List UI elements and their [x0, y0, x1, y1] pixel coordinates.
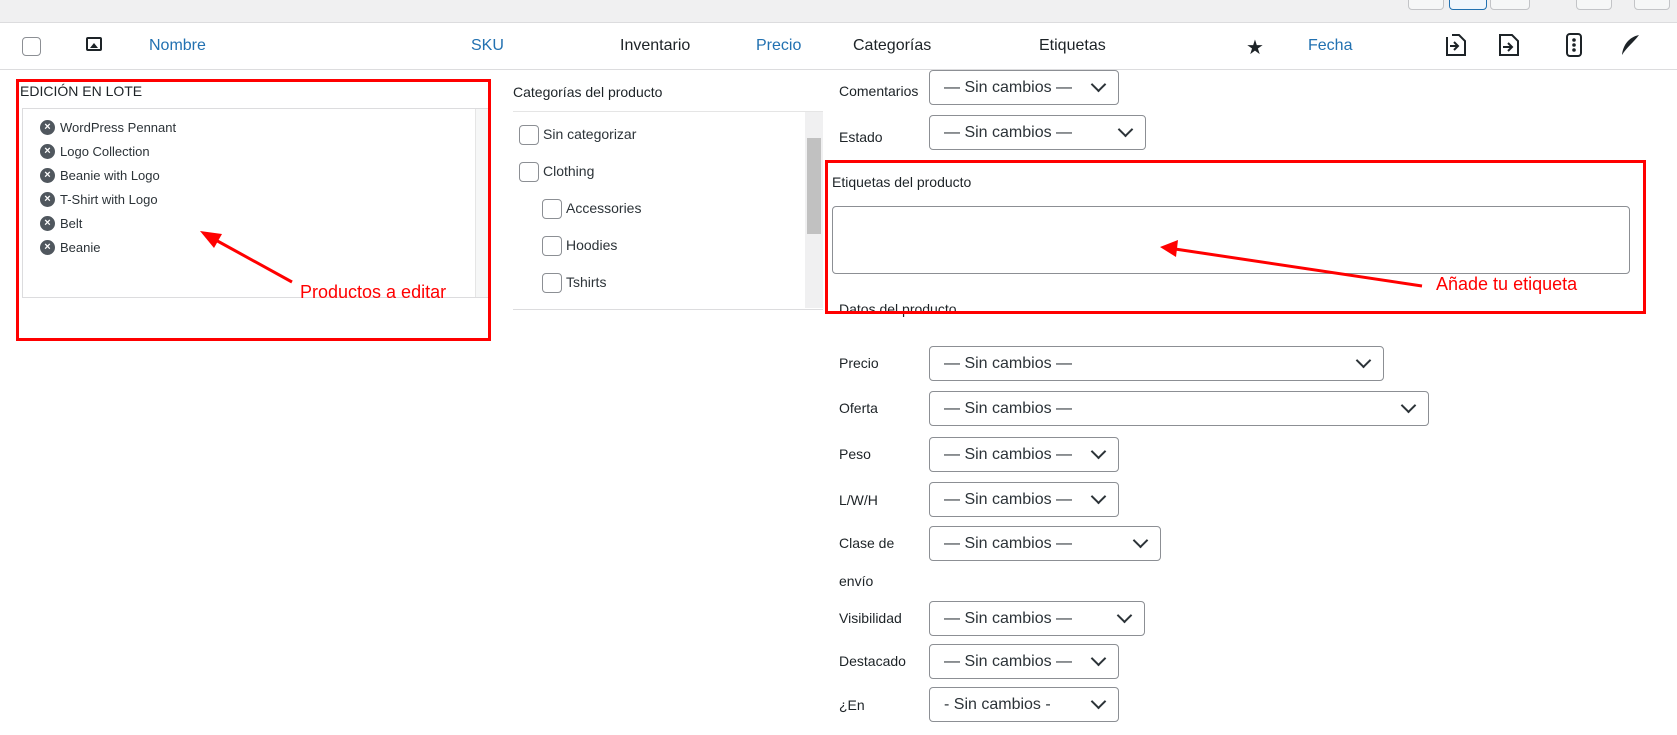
arrow-etiqueta — [1160, 240, 1423, 288]
annotation-etiqueta-text: Añade tu etiqueta — [1436, 274, 1578, 294]
annotation-arrows — [200, 231, 1423, 288]
annotation-productos-text: Productos a editar — [300, 282, 447, 302]
arrow-productos — [200, 231, 293, 284]
